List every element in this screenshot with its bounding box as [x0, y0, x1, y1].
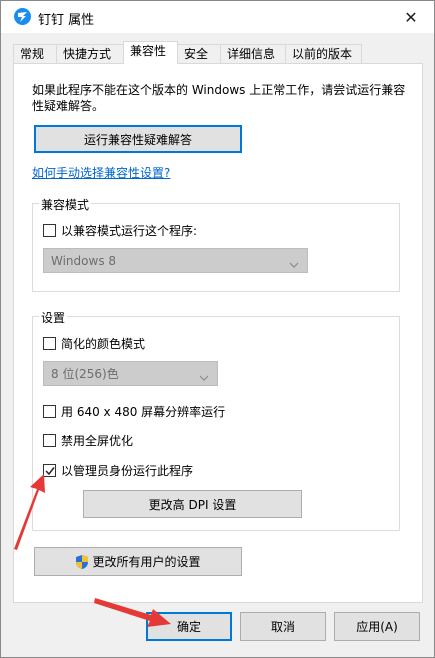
- apply-button[interactable]: 应用(A): [334, 612, 420, 641]
- window-title: 钉钉 属性: [38, 13, 95, 28]
- disable-fullscreen-checkbox[interactable]: [43, 434, 56, 447]
- chevron-down-icon: [289, 257, 299, 271]
- cancel-button[interactable]: 取消: [240, 612, 326, 641]
- properties-dialog: 钉钉 属性 ✕ 常规 快捷方式 兼容性 安全 详细信息 以前的版本 如果此程序不…: [0, 0, 435, 658]
- compatibility-panel: 如果此程序不能在这个版本的 Windows 上正常工作，请尝试运行兼容性疑难解答…: [13, 63, 423, 603]
- compat-mode-group-title: 兼容模式: [39, 196, 92, 213]
- title-bar: 钉钉 属性 ✕: [1, 1, 434, 33]
- manual-settings-link[interactable]: 如何手动选择兼容性设置?: [32, 164, 170, 181]
- ok-button-label: 确定: [176, 620, 201, 634]
- tab-details[interactable]: 详细信息: [220, 44, 286, 63]
- reduced-color-row[interactable]: 简化的颜色模式: [43, 335, 145, 352]
- change-all-users-label: 更改所有用户的设置: [92, 555, 201, 569]
- tab-compatibility[interactable]: 兼容性: [123, 41, 178, 64]
- compat-mode-checkbox[interactable]: [43, 224, 56, 237]
- change-dpi-button[interactable]: 更改高 DPI 设置: [83, 490, 302, 518]
- tab-shortcut[interactable]: 快捷方式: [56, 44, 124, 63]
- color-depth-select[interactable]: 8 位(256)色: [43, 361, 218, 386]
- intro-text: 如果此程序不能在这个版本的 Windows 上正常工作，请尝试运行兼容性疑难解答…: [32, 83, 406, 113]
- tab-label: 兼容性: [130, 44, 167, 58]
- tab-label: 常规: [20, 47, 45, 61]
- apply-button-label: 应用(A): [356, 620, 398, 634]
- tab-previous-versions[interactable]: 以前的版本: [285, 44, 362, 63]
- troubleshoot-button[interactable]: 运行兼容性疑难解答: [34, 125, 242, 153]
- close-icon: ✕: [404, 7, 418, 27]
- os-version-select-value: Windows 8: [51, 253, 117, 268]
- tab-label: 快捷方式: [63, 47, 112, 61]
- annotation-arrow-ok: [94, 598, 171, 627]
- uac-shield-icon: [76, 554, 89, 569]
- settings-group: 设置 简化的颜色模式 8 位(256)色 用 640 x 480 屏幕分辨率运行…: [32, 309, 400, 531]
- tab-label: 详细信息: [227, 47, 276, 61]
- troubleshoot-button-label: 运行兼容性疑难解答: [83, 132, 192, 147]
- compat-mode-checkbox-row[interactable]: 以兼容模式运行这个程序:: [43, 222, 197, 239]
- reduced-color-label: 简化的颜色模式: [61, 337, 146, 351]
- tab-label: 安全: [184, 47, 209, 61]
- run-as-admin-label: 以管理员身份运行此程序: [61, 464, 194, 478]
- dingtalk-app-icon: [14, 8, 31, 25]
- cancel-button-label: 取消: [270, 620, 295, 634]
- settings-group-title: 设置: [39, 309, 68, 326]
- change-dpi-button-label: 更改高 DPI 设置: [148, 497, 237, 512]
- change-all-users-button[interactable]: 更改所有用户的设置: [34, 547, 242, 576]
- annotation-arrow-admin: [14, 474, 45, 550]
- close-button[interactable]: ✕: [388, 1, 434, 33]
- tab-security[interactable]: 安全: [177, 44, 221, 63]
- disable-fullscreen-label: 禁用全屏优化: [61, 434, 134, 448]
- tab-general[interactable]: 常规: [13, 44, 57, 63]
- color-depth-select-value: 8 位(256)色: [51, 367, 119, 381]
- run-as-admin-row[interactable]: 以管理员身份运行此程序: [43, 462, 193, 479]
- tab-label: 以前的版本: [292, 47, 353, 61]
- res-640-checkbox[interactable]: [43, 405, 56, 418]
- os-version-select[interactable]: Windows 8: [43, 248, 308, 273]
- res-640-row[interactable]: 用 640 x 480 屏幕分辨率运行: [43, 403, 225, 420]
- reduced-color-checkbox[interactable]: [43, 337, 56, 350]
- res-640-label: 用 640 x 480 屏幕分辨率运行: [61, 405, 226, 419]
- compat-mode-checkbox-label: 以兼容模式运行这个程序:: [61, 224, 198, 238]
- chevron-down-icon: [199, 370, 209, 384]
- disable-fullscreen-row[interactable]: 禁用全屏优化: [43, 432, 133, 449]
- compat-mode-group: 兼容模式 以兼容模式运行这个程序: Windows 8: [32, 196, 400, 292]
